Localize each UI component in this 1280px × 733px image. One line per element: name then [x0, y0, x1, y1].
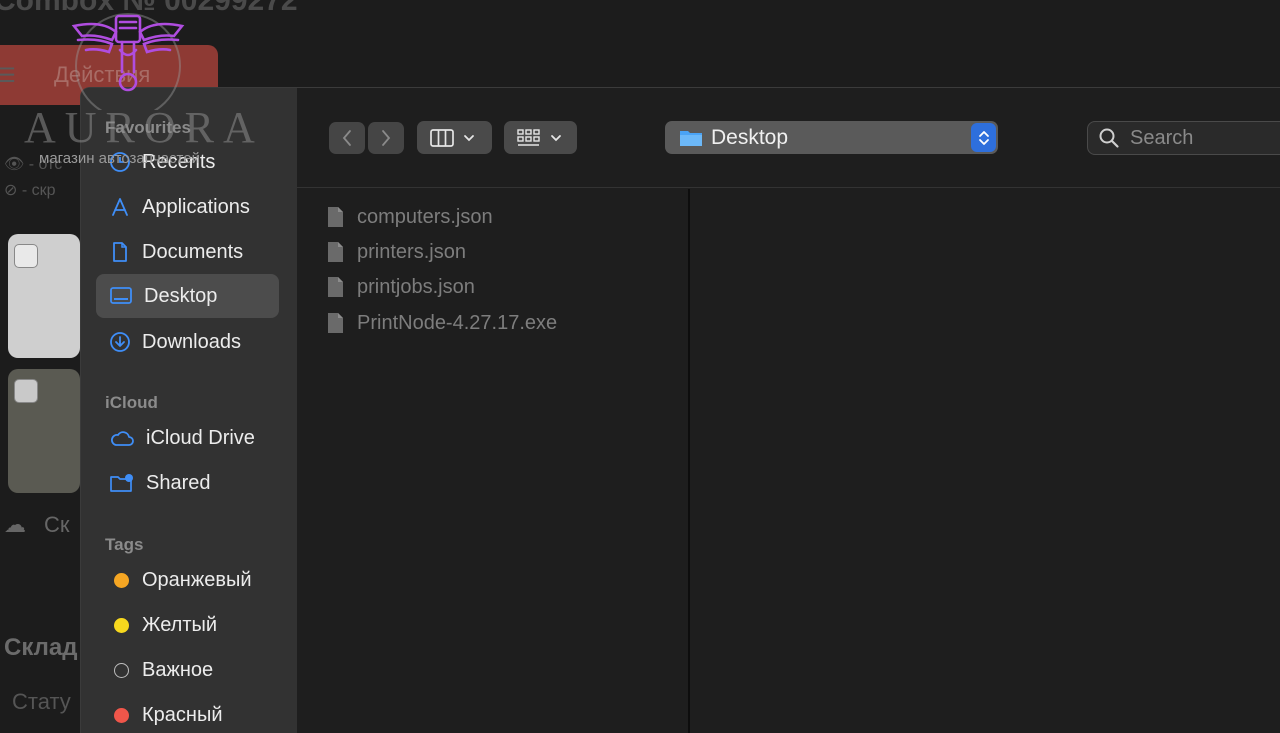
location-label: Desktop: [711, 125, 789, 149]
sidebar-item-label: Важное: [142, 658, 214, 681]
sidebar-item-label: Recents: [142, 150, 216, 173]
file-name: printers.json: [357, 240, 466, 263]
cloud-upload-icon: ☁: [4, 512, 26, 537]
tag-dot-icon: [114, 662, 129, 678]
file-open-dialog: Favourites Recents Applications Document…: [80, 87, 1280, 733]
chevron-right-icon: [382, 130, 391, 146]
sidebar-item-label: Красный: [142, 703, 223, 726]
background-row-text: - отс: [28, 156, 63, 173]
photo-thumbnail[interactable]: [8, 369, 80, 493]
finder-main: Desktop computers.json printers.json: [297, 88, 1280, 733]
sidebar-item-desktop[interactable]: Desktop: [96, 274, 279, 318]
shared-folder-icon: [110, 474, 133, 492]
file-icon: [328, 242, 343, 262]
view-columns-button[interactable]: [417, 121, 492, 154]
sidebar-item-label: Applications: [142, 195, 250, 218]
finder-sidebar: Favourites Recents Applications Document…: [81, 88, 297, 733]
sidebar-item-recents[interactable]: Recents: [96, 140, 279, 184]
columns-view-icon: [430, 128, 454, 147]
clock-icon: [110, 152, 130, 172]
folder-icon: [680, 130, 702, 146]
section-title-icloud: iCloud: [105, 393, 158, 412]
eye-icon: 👁: [4, 156, 25, 173]
sidebar-item-label: iCloud Drive: [146, 426, 255, 449]
search-field[interactable]: [1087, 121, 1280, 155]
background-row-text: - скр: [21, 182, 56, 199]
search-input[interactable]: [1130, 126, 1280, 150]
file-icon: [328, 313, 343, 333]
sidebar-item-label: Desktop: [144, 284, 218, 307]
forward-button[interactable]: [368, 122, 404, 154]
eye-off-icon: ⊘: [4, 182, 18, 199]
background-heading: Combox № 00299272: [0, 0, 298, 17]
sidebar-item-icloud-drive[interactable]: iCloud Drive: [96, 416, 279, 460]
sidebar-item-label: Documents: [142, 240, 244, 263]
finder-toolbar: Desktop: [297, 88, 1280, 188]
sidebar-item-downloads[interactable]: Downloads: [96, 320, 279, 364]
photo-thumbnail[interactable]: [8, 234, 80, 358]
actions-label: Действия: [53, 62, 151, 87]
cloud-icon: [111, 431, 134, 446]
back-button[interactable]: [329, 122, 365, 154]
section-title-tags: Tags: [105, 535, 144, 554]
sidebar-item-label: Downloads: [142, 330, 241, 353]
tag-dot-icon: [114, 707, 129, 723]
group-by-button[interactable]: [504, 121, 577, 154]
desktop-icon: [110, 287, 132, 304]
sidebar-tag-yellow[interactable]: Желтый: [96, 603, 279, 647]
chevron-updown-icon: [978, 130, 989, 145]
chevron-down-icon: [464, 134, 474, 141]
file-icon: [328, 207, 343, 227]
sidebar-item-label: Желтый: [142, 613, 218, 636]
thumbnail-checkbox[interactable]: [14, 379, 38, 403]
file-item[interactable]: printjobs.json: [327, 273, 475, 301]
background-row: ⊘ - скр: [4, 180, 56, 200]
thumbnail-checkbox[interactable]: [14, 244, 38, 268]
sidebar-item-shared[interactable]: Shared: [96, 461, 279, 505]
sidebar-item-label: Оранжевый: [142, 568, 252, 591]
file-item[interactable]: printers.json: [327, 238, 466, 266]
tag-dot-icon: [114, 617, 129, 633]
download-icon: [110, 332, 130, 352]
chevron-left-icon: [342, 130, 351, 146]
file-item[interactable]: computers.json: [327, 203, 493, 231]
location-stepper[interactable]: [971, 123, 996, 152]
sidebar-item-documents[interactable]: Documents: [96, 230, 279, 274]
sidebar-tag-orange[interactable]: Оранжевый: [96, 558, 279, 602]
sidebar-item-label: Shared: [146, 471, 211, 494]
file-name: computers.json: [357, 205, 493, 228]
applications-icon: [112, 198, 128, 216]
file-name: PrintNode-4.27.17.exe: [357, 311, 558, 334]
search-icon: [1099, 128, 1119, 148]
sidebar-tag-important[interactable]: Важное: [96, 648, 279, 692]
status-label: Стату: [12, 689, 71, 714]
menu-icon: ☰: [0, 64, 16, 87]
upload-label: Ск: [44, 512, 70, 537]
file-item[interactable]: PrintNode-4.27.17.exe: [327, 309, 557, 337]
sidebar-tag-red[interactable]: Красный: [96, 693, 279, 733]
upload-row[interactable]: ☁ Ск: [4, 512, 70, 538]
tag-dot-icon: [114, 572, 129, 588]
warehouse-heading: Склад: [4, 634, 78, 661]
sidebar-item-applications[interactable]: Applications: [96, 185, 279, 229]
chevron-down-icon: [551, 134, 561, 141]
file-name: printjobs.json: [357, 275, 475, 298]
file-list-column: computers.json printers.json printjobs.j…: [297, 189, 690, 733]
document-icon: [113, 242, 127, 262]
grid-group-icon: [517, 128, 540, 146]
file-icon: [328, 277, 343, 297]
section-title-favourites: Favourites: [105, 118, 191, 137]
background-row: 👁 - отс: [4, 154, 62, 174]
location-popup[interactable]: Desktop: [665, 121, 998, 154]
